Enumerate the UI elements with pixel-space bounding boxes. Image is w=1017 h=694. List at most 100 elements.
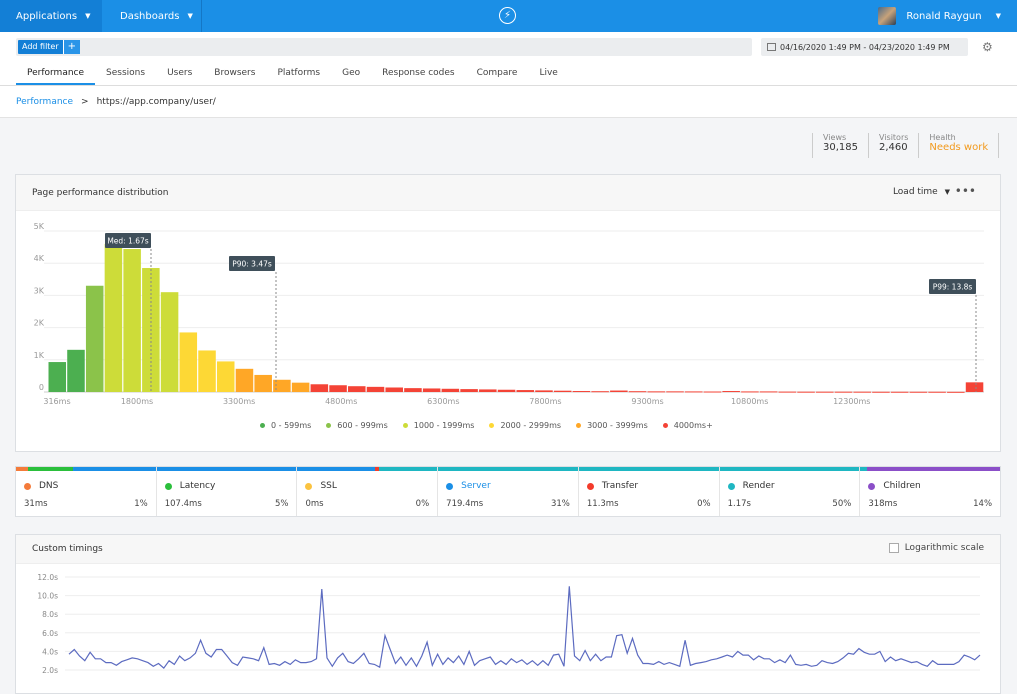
timing-name: Children <box>868 481 992 491</box>
timing-percent: 0% <box>415 499 430 509</box>
histogram-bar[interactable] <box>759 391 778 393</box>
histogram-bar[interactable] <box>310 384 329 392</box>
gear-icon[interactable]: ⚙ <box>982 40 993 54</box>
legend-dot <box>260 423 265 428</box>
timing-server[interactable]: Server 719.4ms 31% <box>438 467 579 516</box>
histogram-bar[interactable] <box>853 391 871 393</box>
histogram-bar[interactable] <box>516 390 535 392</box>
histogram-bar[interactable] <box>198 350 216 392</box>
histogram-bar[interactable] <box>291 382 310 392</box>
histogram-bar[interactable] <box>348 386 366 392</box>
timing-values: 719.4ms 31% <box>446 499 570 509</box>
histogram-bar[interactable] <box>947 391 965 393</box>
histogram-bar[interactable] <box>460 389 478 392</box>
histogram-bar[interactable] <box>254 374 272 392</box>
tab-compare[interactable]: Compare <box>466 62 529 85</box>
tab-platforms[interactable]: Platforms <box>266 62 331 85</box>
histogram-bar[interactable] <box>684 391 703 393</box>
histogram-bar[interactable] <box>872 391 890 393</box>
histogram-bar[interactable] <box>216 361 235 392</box>
views-stat: Views 30,185 <box>812 133 868 158</box>
histogram-bar[interactable] <box>179 332 198 392</box>
legend-item[interactable]: 3000 - 3999ms <box>576 421 648 430</box>
dashboards-menu[interactable]: Dashboards ▼ <box>102 0 202 32</box>
add-filter-button[interactable]: Add filter + <box>18 40 81 54</box>
histogram-bar[interactable] <box>235 368 254 392</box>
log-scale-toggle[interactable]: Logarithmic scale <box>888 543 984 553</box>
histogram-bar[interactable] <box>553 390 572 392</box>
load-time-select[interactable]: Load time ▼ <box>893 187 950 197</box>
timing-children[interactable]: Children 318ms 14% <box>860 467 1000 516</box>
histogram-bar[interactable] <box>535 390 553 392</box>
histogram-bar[interactable] <box>741 391 759 393</box>
legend-item[interactable]: 4000ms+ <box>662 421 713 430</box>
distribution-header: Page performance distribution Load time … <box>16 175 1000 211</box>
tab-live[interactable]: Live <box>528 62 568 85</box>
applications-menu[interactable]: Applications ▼ <box>0 0 102 32</box>
histogram-bar[interactable] <box>123 249 141 392</box>
date-range-picker[interactable]: 04/16/2020 1:49 PM - 04/23/2020 1:49 PM <box>761 38 968 56</box>
histogram-bar[interactable] <box>778 391 797 393</box>
histogram-bar[interactable] <box>928 391 946 393</box>
legend-item[interactable]: 0 - 599ms <box>260 421 311 430</box>
tab-geo[interactable]: Geo <box>331 62 371 85</box>
distribution-legend: 0 - 599ms 600 - 999ms 1000 - 1999ms 2000 - … <box>260 421 728 430</box>
lightning-bolt-icon[interactable]: ⚡ <box>499 7 516 24</box>
series-line[interactable] <box>68 586 981 669</box>
timing-latency[interactable]: Latency 107.4ms 5% <box>157 467 298 516</box>
histogram-bar[interactable] <box>85 285 104 392</box>
marker-label: P99: 13.8s <box>933 283 973 292</box>
tab-response-codes[interactable]: Response codes <box>371 62 465 85</box>
histogram-bar[interactable] <box>722 391 740 393</box>
dashboards-label: Dashboards <box>120 10 180 22</box>
histogram-bar[interactable] <box>48 362 67 392</box>
health-label: Health <box>929 133 956 142</box>
histogram-bar[interactable] <box>610 390 628 392</box>
histogram-bar[interactable] <box>666 391 684 393</box>
histogram-bar[interactable] <box>479 389 497 392</box>
y-tick-label: 10.0s <box>37 592 58 601</box>
legend-item[interactable]: 600 - 999ms <box>326 421 388 430</box>
tab-sessions[interactable]: Sessions <box>95 62 156 85</box>
distribution-chart: 0 1K 2K 3K 4K 5K 316ms 1800ms 3300ms 4800ms 6300ms… <box>34 222 984 406</box>
tab-browsers[interactable]: Browsers <box>203 62 266 85</box>
timing-values: 107.4ms 5% <box>165 499 289 509</box>
timing-render[interactable]: Render 1.17s 50% <box>720 467 861 516</box>
histogram-bar[interactable] <box>591 391 609 393</box>
ellipsis-icon[interactable]: ••• <box>955 184 976 198</box>
histogram-bar[interactable] <box>422 388 441 392</box>
tab-performance[interactable]: Performance <box>16 62 96 85</box>
histogram-bar[interactable] <box>834 391 853 393</box>
tab-users[interactable]: Users <box>156 62 203 85</box>
histogram-bar[interactable] <box>572 391 591 393</box>
user-menu[interactable]: Ronald Raygun ▼ <box>878 0 1001 32</box>
histogram-bar[interactable] <box>441 388 460 392</box>
histogram-bar[interactable] <box>404 388 422 392</box>
histogram-bar[interactable] <box>628 391 647 393</box>
timing-ssl[interactable]: SSL 0ms 0% <box>297 467 439 516</box>
histogram-bar[interactable] <box>329 385 347 392</box>
timing-dns[interactable]: DNS 31ms 1% <box>16 467 157 516</box>
timing-transfer[interactable]: Transfer 11.3ms 0% <box>579 467 720 516</box>
histogram-bar[interactable] <box>703 391 722 393</box>
breadcrumb-performance-link[interactable]: Performance <box>16 97 73 107</box>
histogram-bar[interactable] <box>160 292 179 392</box>
distribution-title: Page performance distribution <box>32 187 169 198</box>
legend-label: 3000 - 3999ms <box>587 421 648 430</box>
timing-name: Server <box>446 481 570 491</box>
log-scale-checkbox[interactable] <box>888 543 899 553</box>
legend-item[interactable]: 2000 - 2999ms <box>489 421 561 430</box>
filter-input[interactable]: Add filter + <box>16 38 752 56</box>
histogram-bar[interactable] <box>104 243 123 392</box>
histogram-bar[interactable] <box>890 391 909 393</box>
histogram-bar[interactable] <box>797 391 815 393</box>
legend-item[interactable]: 1000 - 1999ms <box>402 421 474 430</box>
histogram-bar[interactable] <box>385 387 403 392</box>
histogram-bar[interactable] <box>909 391 928 393</box>
histogram-bar[interactable] <box>366 386 385 392</box>
histogram-bar[interactable] <box>816 391 834 393</box>
histogram-bar[interactable] <box>67 349 85 392</box>
histogram-bar[interactable] <box>497 389 516 392</box>
histogram-bar[interactable] <box>647 391 666 393</box>
histogram-bar[interactable] <box>965 382 984 392</box>
